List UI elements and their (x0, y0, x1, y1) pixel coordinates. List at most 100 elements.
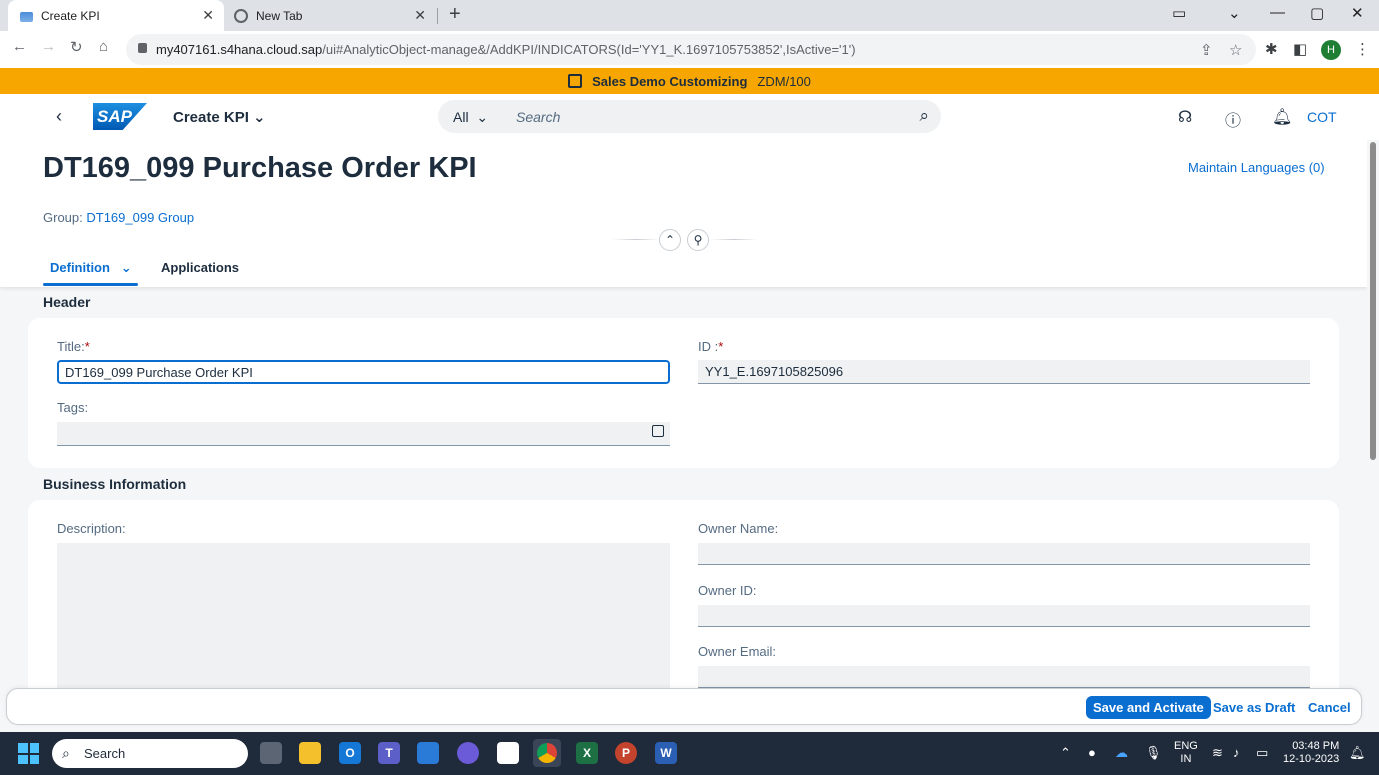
minimize-icon[interactable]: — (1270, 4, 1285, 21)
search-field[interactable]: All ⌄ Search ⌕ (438, 100, 941, 133)
profile-avatar[interactable]: H (1321, 40, 1341, 60)
address-bar[interactable]: my407161.s4hana.cloud.sap/ui#AnalyticObj… (126, 34, 1256, 65)
scrollbar-thumb[interactable] (1370, 142, 1376, 460)
tags-label: Tags: (57, 400, 89, 415)
powerpoint-icon[interactable]: P (615, 742, 637, 764)
id-label: ID :* (698, 339, 724, 354)
tab-create-kpi[interactable]: Create KPI ✕ (8, 0, 224, 31)
close-window-icon[interactable]: ✕ (1351, 4, 1364, 22)
system-icon (568, 74, 583, 88)
windows-start-icon[interactable] (18, 743, 39, 764)
footer-toolbar: Save and Activate Save as Draft Cancel (6, 688, 1362, 725)
object-page-header: DT169_099 Purchase Order KPI Maintain La… (0, 140, 1367, 287)
new-tab-icon[interactable]: + (449, 3, 461, 26)
share-icon[interactable]: ⇪ (1200, 41, 1213, 59)
extensions-icon[interactable]: ✱ (1265, 40, 1278, 58)
back-arrow-icon[interactable]: ← (12, 38, 27, 55)
task-view-icon[interactable] (260, 742, 282, 764)
notepad-icon[interactable] (497, 742, 519, 764)
language-indicator[interactable]: ENG IN (1174, 740, 1198, 766)
restore-icon[interactable]: ▢ (1310, 4, 1324, 22)
save-and-activate-button[interactable]: Save and Activate (1086, 696, 1211, 719)
wifi-icon[interactable]: ≋ (1212, 745, 1223, 761)
side-panel-icon[interactable]: ◧ (1293, 40, 1307, 58)
chrome-taskbar-icon[interactable] (533, 739, 561, 767)
more-menu-icon[interactable]: ⋮ (1355, 40, 1370, 58)
headset-icon[interactable]: ☊ (1178, 107, 1192, 127)
business-section-card: Description: Owner Name: Owner ID: Owner… (28, 500, 1339, 688)
system-banner: Sales Demo Customizing ZDM/100 (0, 68, 1379, 94)
forward-arrow-icon[interactable]: → (41, 38, 56, 55)
tray-overflow-icon[interactable]: ⌃ (1060, 745, 1071, 761)
windows-taskbar: ⌕ Search O T X P W ⌃ ● ☁ 🎙︎ ENG IN ≋ ♪ ▭ … (0, 732, 1379, 775)
system-client: ZDM/100 (757, 73, 811, 89)
owner-email-input[interactable] (698, 666, 1310, 688)
pin-header-icon[interactable]: ⚲ (687, 229, 709, 251)
owner-name-input[interactable] (698, 543, 1310, 565)
onedrive-icon[interactable]: ☁ (1115, 745, 1128, 761)
title-input[interactable]: DT169_099 Purchase Order KPI (57, 360, 670, 384)
tray-app-icon[interactable]: ● (1088, 745, 1096, 760)
header-section-card: Title:* DT169_099 Purchase Order KPI ID … (28, 318, 1339, 468)
help-icon[interactable]: ⓘ (1225, 107, 1241, 131)
description-textarea[interactable] (57, 543, 670, 688)
app-icon-purple[interactable] (457, 742, 479, 764)
notification-bell-icon[interactable]: 🔔︎ (1272, 107, 1292, 127)
id-field[interactable]: YY1_E.1697105825096 (698, 360, 1310, 384)
browser-tab-strip: Create KPI ✕ New Tab ✕ + ▭ ⌄ — ▢ ✕ (0, 0, 1379, 31)
home-icon[interactable]: ⌂ (99, 38, 108, 55)
cancel-button[interactable]: Cancel (1301, 696, 1358, 719)
lock-icon (138, 43, 147, 53)
word-icon[interactable]: W (655, 742, 677, 764)
tab-new-tab[interactable]: New Tab ✕ (226, 0, 436, 31)
tab-definition[interactable]: Definition ⌄ (50, 260, 132, 276)
chevron-down-icon: ⌄ (120, 260, 132, 275)
outlook-icon[interactable]: O (339, 742, 361, 764)
system-name: Sales Demo Customizing (592, 73, 748, 89)
tab-applications[interactable]: Applications (161, 260, 239, 275)
maintain-languages-link[interactable]: Maintain Languages (0) (1188, 160, 1325, 175)
search-input[interactable]: Search (516, 109, 560, 125)
section-title-business: Business Information (43, 476, 187, 492)
taskbar-search[interactable]: ⌕ Search (52, 739, 248, 768)
search-scope-select[interactable]: All ⌄ (453, 109, 488, 126)
back-chevron-icon[interactable]: ‹ (56, 106, 62, 127)
group-link[interactable]: DT169_099 Group (86, 210, 194, 225)
sap-logo[interactable]: SAP (93, 103, 147, 130)
tab-search-icon[interactable]: ▭ (1172, 4, 1186, 22)
owner-id-input[interactable] (698, 605, 1310, 627)
user-avatar[interactable]: COT (1307, 109, 1337, 125)
tab-divider (437, 8, 438, 24)
owner-email-label: Owner Email: (698, 644, 777, 659)
save-as-draft-button[interactable]: Save as Draft (1206, 696, 1302, 719)
tab-label: New Tab (256, 8, 303, 23)
mic-muted-icon[interactable]: 🎙︎ (1145, 745, 1162, 761)
bookmark-star-icon[interactable]: ☆ (1229, 41, 1242, 59)
volume-icon[interactable]: ♪ (1233, 745, 1240, 760)
page-title: DT169_099 Purchase Order KPI (43, 152, 477, 184)
owner-name-label: Owner Name: (698, 521, 779, 536)
app-title-menu[interactable]: Create KPI ⌄ (173, 108, 266, 126)
search-icon[interactable]: ⌕ (919, 106, 929, 126)
owner-id-label: Owner ID: (698, 583, 757, 598)
group-field: Group: DT169_099 Group (43, 210, 195, 225)
value-help-icon[interactable] (652, 425, 664, 437)
excel-icon[interactable]: X (576, 742, 598, 764)
reload-icon[interactable]: ↻ (70, 38, 83, 56)
battery-icon[interactable]: ▭ (1256, 745, 1268, 761)
selected-tab-indicator (43, 283, 138, 286)
header-divider-right (710, 239, 758, 240)
close-tab-icon[interactable]: ✕ (202, 7, 214, 24)
teams-icon[interactable]: T (378, 742, 400, 764)
chevron-down-icon: ⌄ (253, 109, 266, 126)
app-icon[interactable] (417, 742, 439, 764)
notification-icon[interactable]: 🔔︎ (1349, 745, 1366, 761)
tags-input[interactable] (57, 422, 670, 446)
close-tab-icon[interactable]: ✕ (414, 7, 426, 24)
file-explorer-icon[interactable] (299, 742, 321, 764)
system-clock[interactable]: 03:48 PM 12-10-2023 (1283, 740, 1339, 766)
collapse-header-icon[interactable]: ⌃ (659, 229, 681, 251)
shell-bar: ‹ SAP Create KPI ⌄ All ⌄ Search ⌕ ☊ ⓘ 🔔︎… (0, 94, 1379, 140)
page-scrollbar[interactable] (1367, 140, 1379, 732)
chevron-down-icon[interactable]: ⌄ (1228, 4, 1241, 22)
